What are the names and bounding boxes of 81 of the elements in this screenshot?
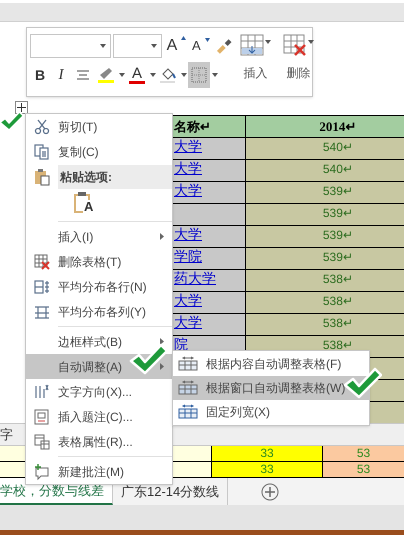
highlighter-icon xyxy=(97,66,115,84)
table-cell: 53 xyxy=(323,462,404,477)
table-cell: 540↵ xyxy=(246,160,404,181)
caret-icon[interactable] xyxy=(100,44,106,48)
school-link[interactable]: 大学 xyxy=(174,183,202,197)
insert-table-icon xyxy=(240,34,264,56)
table-cell: 33 xyxy=(212,446,323,461)
insert-button[interactable]: 插入 xyxy=(240,34,271,96)
caret-icon[interactable] xyxy=(150,44,157,48)
table-cell: 539↵ xyxy=(246,182,404,203)
menu-item[interactable]: 插入(I) xyxy=(26,224,172,249)
submenu-arrow-icon xyxy=(160,338,164,345)
menu-item[interactable]: 表格属性(R)... xyxy=(26,429,172,454)
menu-item[interactable]: 平均分布各列(Y) xyxy=(26,299,172,324)
move-handle-icon[interactable] xyxy=(15,101,28,114)
font-color-button[interactable]: A xyxy=(126,63,148,87)
caret-icon[interactable] xyxy=(119,73,125,77)
grow-font-button[interactable]: A xyxy=(166,34,186,58)
table-cell: 539↵ xyxy=(246,226,404,247)
school-link[interactable]: 大学 xyxy=(174,293,202,307)
caret-icon[interactable] xyxy=(308,40,314,44)
table-cell: 33 xyxy=(212,462,323,477)
caret-icon[interactable] xyxy=(265,40,271,44)
table-cell: 53 xyxy=(323,446,404,461)
borders-button[interactable] xyxy=(188,62,210,88)
down-triangle-icon xyxy=(204,38,210,42)
text-direction-icon xyxy=(33,382,51,400)
menu-item[interactable]: 插入题注(C)... xyxy=(26,404,172,429)
keep-text-only-button[interactable]: A xyxy=(74,191,96,217)
school-link[interactable]: 大学 xyxy=(174,161,202,175)
school-link[interactable]: 大学 xyxy=(174,227,202,241)
delete-table-icon xyxy=(33,252,51,270)
submenu-item[interactable]: 固定列宽(X) xyxy=(173,400,369,424)
menu-item[interactable]: 边框样式(B) xyxy=(26,329,172,354)
school-link[interactable]: 学院 xyxy=(174,249,202,263)
menu-item[interactable]: 复制(C) xyxy=(26,139,172,164)
clipboard-icon xyxy=(33,168,51,186)
table-cell: 538↵ xyxy=(246,314,404,335)
submenu-item[interactable]: 根据窗口自动调整表格(W) xyxy=(173,376,369,400)
menu-item[interactable]: 平均分布各行(N) xyxy=(26,274,172,299)
school-link[interactable]: 大学 xyxy=(174,139,202,153)
format-painter-icon[interactable] xyxy=(214,37,232,55)
table-cell: 538↵ xyxy=(246,292,404,313)
borders-icon xyxy=(191,67,207,83)
autofit-icon xyxy=(178,380,198,396)
delete-table-icon xyxy=(283,34,307,56)
menu-item[interactable]: 文字方向(X)... xyxy=(26,379,172,404)
autofit-icon xyxy=(178,404,198,420)
menu-item[interactable]: 删除表格(T) xyxy=(26,249,172,274)
table-cell: 540↵ xyxy=(246,138,404,159)
comment-icon xyxy=(33,462,51,480)
italic-button[interactable]: I xyxy=(51,63,71,87)
school-link[interactable]: 院 xyxy=(174,337,188,351)
table-properties-icon xyxy=(33,432,51,450)
add-sheet-icon[interactable] xyxy=(261,482,280,500)
caption-icon xyxy=(33,408,51,426)
band-label: 字 xyxy=(0,426,13,444)
copy-icon xyxy=(33,142,51,160)
column-header: 2014↵ xyxy=(246,116,404,137)
submenu-arrow-icon xyxy=(160,363,164,370)
align-center-icon xyxy=(76,69,90,81)
caret-icon[interactable] xyxy=(150,73,156,77)
school-link[interactable]: 药大学 xyxy=(174,271,216,285)
table-cell: 538↵ xyxy=(246,270,404,291)
paint-bucket-icon xyxy=(159,66,177,84)
menu-heading: 粘贴选项: xyxy=(58,164,172,188)
table-cell: 539↵ xyxy=(246,248,404,269)
delete-button[interactable]: 删除 xyxy=(283,34,314,96)
up-triangle-icon xyxy=(181,36,186,40)
checkmark-icon xyxy=(128,342,168,376)
distribute-rows-icon xyxy=(33,278,51,296)
submenu-arrow-icon xyxy=(160,233,164,240)
menu-item[interactable]: 自动调整(A) xyxy=(26,354,172,379)
autofit-icon xyxy=(178,356,198,372)
scissors-icon xyxy=(33,118,51,136)
caret-icon[interactable] xyxy=(212,73,218,77)
school-link[interactable]: 大学 xyxy=(174,315,202,329)
caret-icon[interactable] xyxy=(181,73,187,77)
shrink-font-button[interactable]: A xyxy=(192,36,210,56)
bold-button[interactable]: B xyxy=(30,63,50,87)
table-cell: 539↵ xyxy=(246,204,404,225)
